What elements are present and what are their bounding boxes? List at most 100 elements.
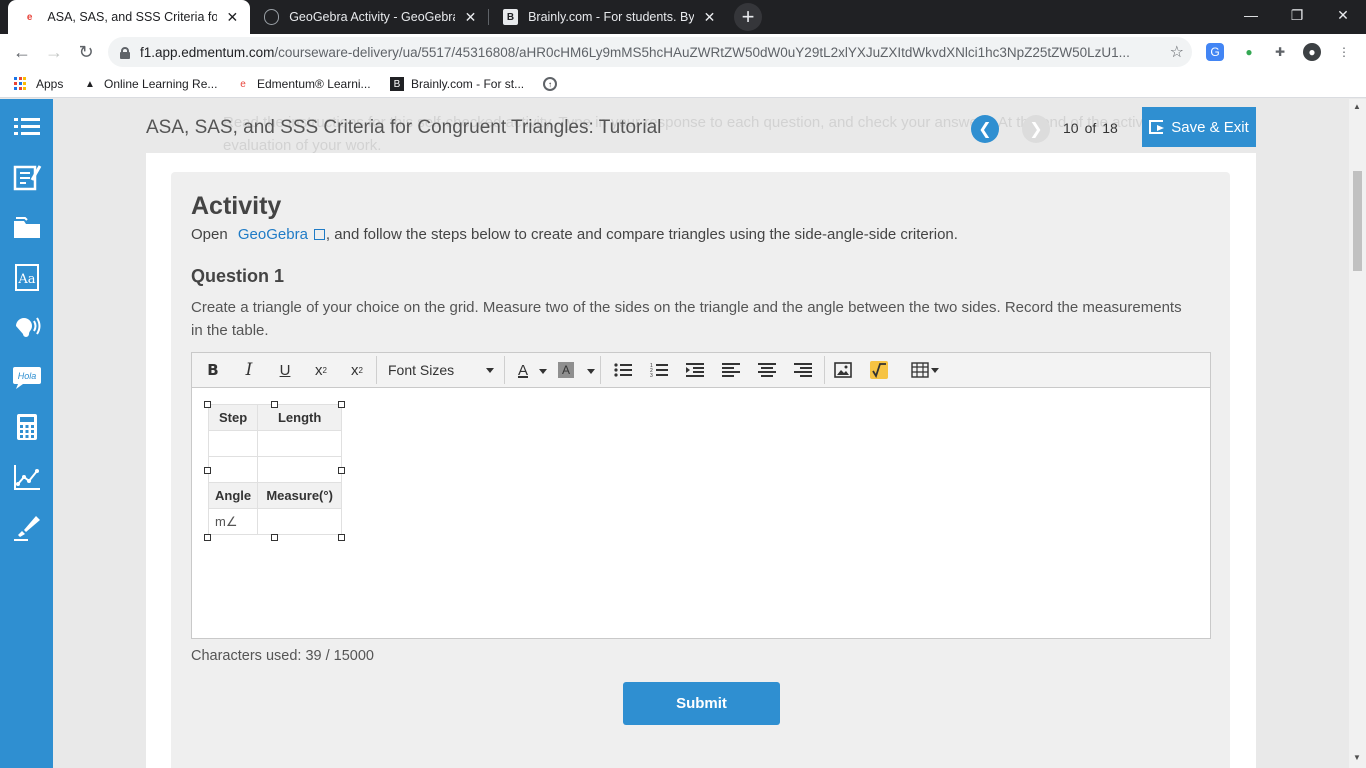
bookmark-star-icon[interactable]: ☆ <box>1170 42 1184 62</box>
upload-circle-icon: ↑ <box>543 77 557 91</box>
close-icon[interactable]: ✕ <box>225 9 240 26</box>
geogebra-link[interactable]: GeoGebra <box>238 226 308 243</box>
resize-handle[interactable] <box>204 401 211 408</box>
rich-text-editor[interactable]: B I U x2 x2 Font Sizes A A 1 2 3 Step Le… <box>191 352 1211 639</box>
translation-icon[interactable]: Hola <box>0 352 53 402</box>
color-extension-icon[interactable]: ● <box>1240 43 1258 61</box>
resize-handle[interactable] <box>338 467 345 474</box>
chevron-down-icon[interactable] <box>539 369 547 374</box>
close-icon[interactable]: ✕ <box>463 9 478 26</box>
text-to-speech-icon[interactable] <box>0 302 53 352</box>
table-row: Step Length <box>207 404 343 431</box>
bookmarks-bar: Apps ▲ Online Learning Re... e Edmentum®… <box>0 70 1366 98</box>
page-content: Aa Hola Read the instructions for this s… <box>0 99 1366 768</box>
bookmark-brainly[interactable]: B Brainly.com - For st... <box>390 70 524 98</box>
table-cell[interactable] <box>257 430 343 457</box>
save-exit-label: Save & Exit <box>1171 118 1249 136</box>
bookmark-extra[interactable]: ↑ <box>543 70 564 98</box>
italic-button[interactable]: I <box>236 358 262 382</box>
next-page-button[interactable]: ❯ <box>1022 115 1050 143</box>
tab-geogebra[interactable]: g GeoGebra Activity - GeoGebra Dy ✕ <box>250 0 488 34</box>
back-icon[interactable]: ← <box>8 38 36 66</box>
bookmark-edmentum[interactable]: e Edmentum® Learni... <box>236 70 371 98</box>
folder-icon[interactable] <box>0 202 53 252</box>
align-right-icon <box>794 363 812 377</box>
underline-button[interactable]: U <box>272 358 298 382</box>
submit-button[interactable]: Submit <box>623 682 780 725</box>
calculator-icon[interactable] <box>0 402 53 452</box>
edmentum-icon: e <box>26 11 33 23</box>
page-scrollbar[interactable]: ▲ ▼ <box>1349 99 1366 768</box>
external-link-icon[interactable] <box>313 229 325 240</box>
highlight-color-button[interactable]: A <box>558 362 574 378</box>
chevron-right-icon: ❯ <box>1029 121 1043 138</box>
translate-extension-icon[interactable]: G <box>1206 43 1224 61</box>
chevron-down-icon[interactable] <box>587 369 595 374</box>
align-left-button[interactable] <box>718 358 744 382</box>
scrollbar-thumb[interactable] <box>1353 171 1362 271</box>
resize-handle[interactable] <box>271 534 278 541</box>
bullet-list-button[interactable] <box>610 358 636 382</box>
resize-handle[interactable] <box>338 534 345 541</box>
notepad-icon[interactable] <box>0 152 53 202</box>
bookmark-label: Edmentum® Learni... <box>257 77 371 91</box>
profile-avatar[interactable]: ● <box>1303 43 1321 61</box>
table-cell[interactable] <box>257 456 343 483</box>
toolbar-separator <box>824 356 825 384</box>
resize-handle[interactable] <box>338 401 345 408</box>
forward-icon[interactable]: → <box>40 38 68 66</box>
resize-handle[interactable] <box>271 401 278 408</box>
subscript-button[interactable]: x2 <box>344 358 370 382</box>
insert-image-button[interactable] <box>830 358 856 382</box>
text-color-button[interactable]: A <box>510 358 536 382</box>
geogebra-icon: g <box>264 9 280 25</box>
scroll-up-arrow-icon[interactable]: ▲ <box>1353 102 1361 111</box>
insert-table-button[interactable] <box>902 358 939 382</box>
graphing-icon[interactable] <box>0 452 53 502</box>
numbered-list-button[interactable]: 123 <box>646 358 672 382</box>
editor-content-area[interactable]: Step Length Angle Measure(°) m∠ <box>192 389 1210 639</box>
chevron-down-icon <box>486 368 494 373</box>
tab-edmentum[interactable]: e ASA, SAS, and SSS Criteria for Co ✕ <box>8 0 250 34</box>
table-cell[interactable] <box>207 430 259 457</box>
table-cell[interactable] <box>257 508 343 535</box>
new-tab-button[interactable]: + <box>734 3 762 31</box>
reload-icon[interactable]: ↻ <box>72 38 100 66</box>
table-cell[interactable] <box>207 456 259 483</box>
tab-brainly[interactable]: B Brainly.com - For students. By stu ✕ <box>489 0 727 34</box>
resize-handle[interactable] <box>204 534 211 541</box>
superscript-button[interactable]: x2 <box>308 358 334 382</box>
save-exit-button[interactable]: Save & Exit <box>1142 107 1256 147</box>
tab-title: ASA, SAS, and SSS Criteria for Co <box>47 10 217 24</box>
table-header-length[interactable]: Length <box>257 404 343 431</box>
equation-button[interactable] <box>866 358 892 382</box>
address-bar[interactable]: f1.app.edmentum.com/courseware-delivery/… <box>108 37 1192 67</box>
close-icon[interactable]: ✕ <box>702 9 717 26</box>
minimize-icon[interactable]: — <box>1228 0 1274 30</box>
restore-icon[interactable]: ❐ <box>1274 0 1320 30</box>
browser-toolbar: ← → ↻ f1.app.edmentum.com/courseware-del… <box>0 34 1366 70</box>
angle-cell[interactable]: m∠ <box>207 508 259 535</box>
bold-button[interactable]: B <box>200 358 226 382</box>
chrome-menu-icon[interactable]: ⋮ <box>1335 43 1353 61</box>
align-center-button[interactable] <box>754 358 780 382</box>
scroll-down-arrow-icon[interactable]: ▼ <box>1353 753 1361 762</box>
table-header-step[interactable]: Step <box>207 404 259 431</box>
bookmark-online-learning[interactable]: ▲ Online Learning Re... <box>83 70 217 98</box>
measurement-table[interactable]: Step Length Angle Measure(°) m∠ <box>207 404 343 535</box>
bookmark-apps[interactable]: Apps <box>14 70 63 98</box>
edmentum-icon: e <box>240 78 246 90</box>
highlighter-icon[interactable] <box>0 502 53 552</box>
table-header-measure[interactable]: Measure(°) <box>257 482 343 509</box>
align-right-button[interactable] <box>790 358 816 382</box>
previous-page-button[interactable]: ❮ <box>971 115 999 143</box>
font-size-select[interactable]: Font Sizes <box>382 358 502 382</box>
activity-heading: Activity <box>191 192 282 220</box>
extensions-puzzle-icon[interactable]: ✚ <box>1271 43 1289 61</box>
resize-handle[interactable] <box>204 467 211 474</box>
glossary-icon[interactable]: Aa <box>0 252 53 302</box>
table-header-angle[interactable]: Angle <box>207 482 259 509</box>
indent-button[interactable] <box>682 358 708 382</box>
window-close-icon[interactable]: ✕ <box>1320 0 1366 30</box>
menu-icon[interactable] <box>0 102 53 152</box>
